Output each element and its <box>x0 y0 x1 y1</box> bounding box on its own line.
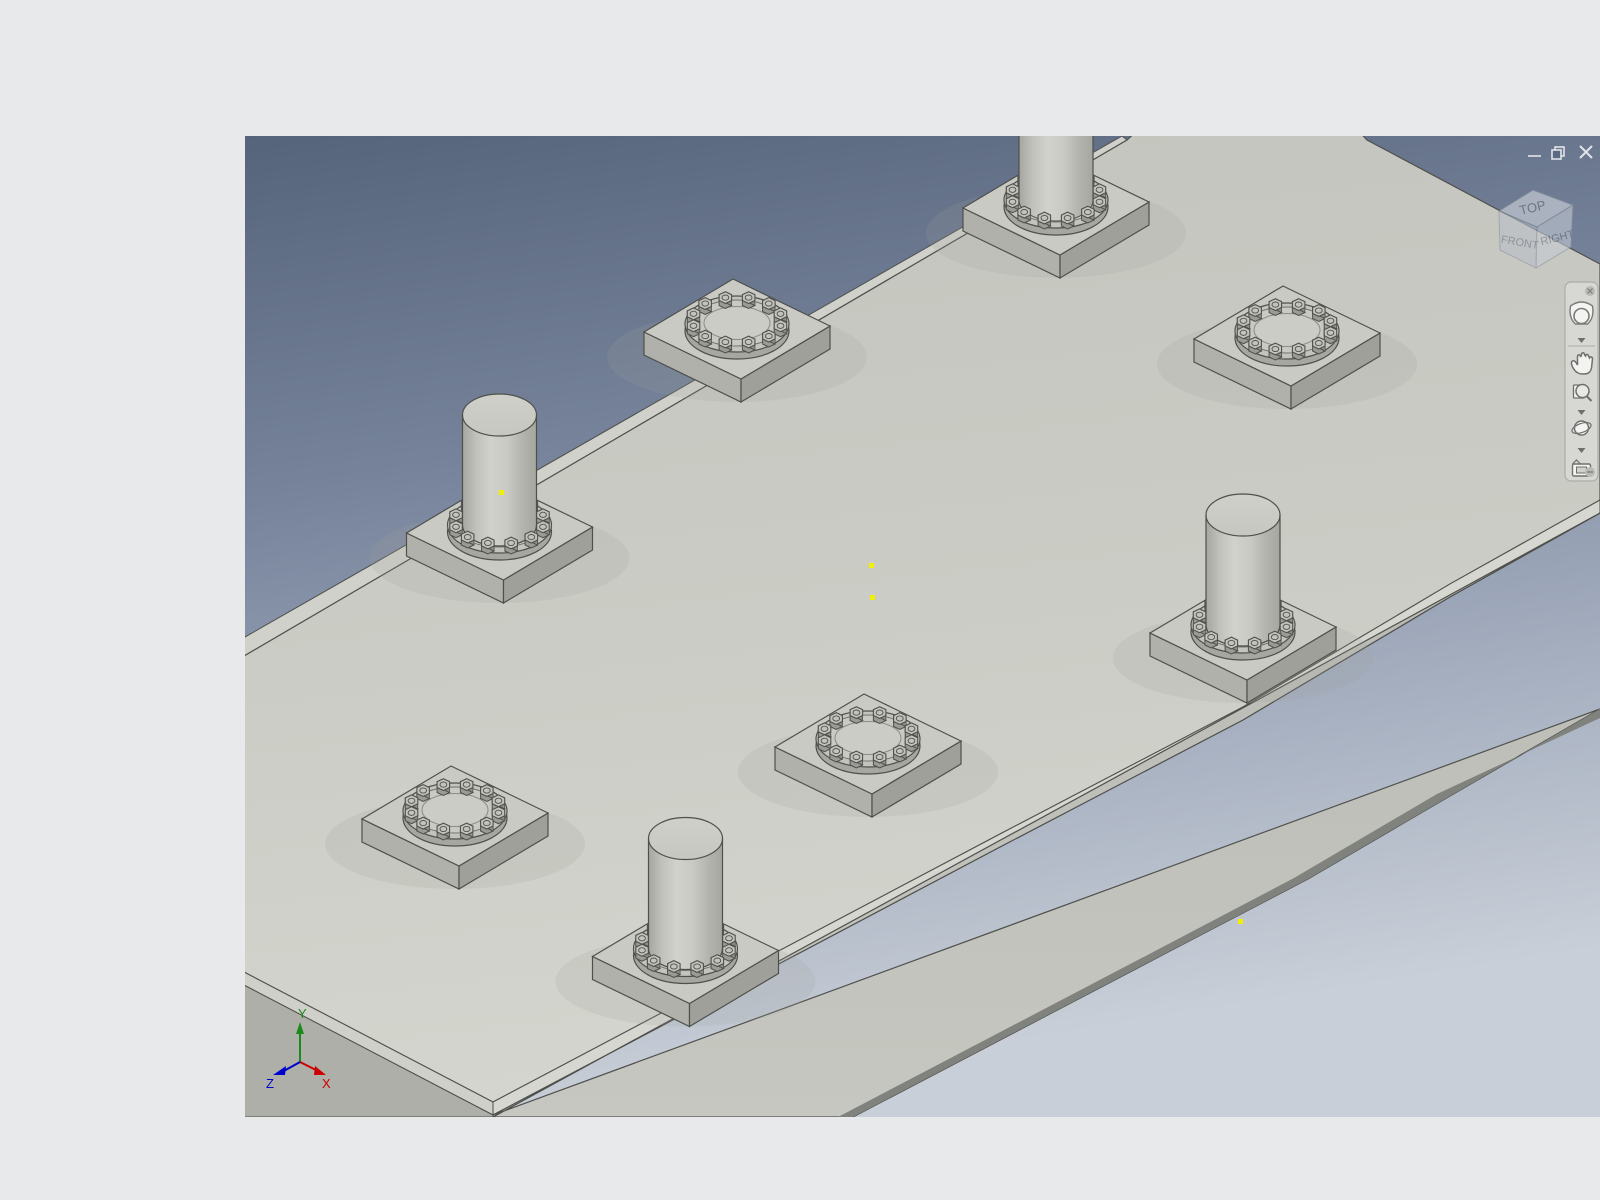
svg-text:Y: Y <box>298 1006 307 1021</box>
svg-text:X: X <box>322 1076 331 1091</box>
svg-text:Z: Z <box>266 1076 274 1091</box>
